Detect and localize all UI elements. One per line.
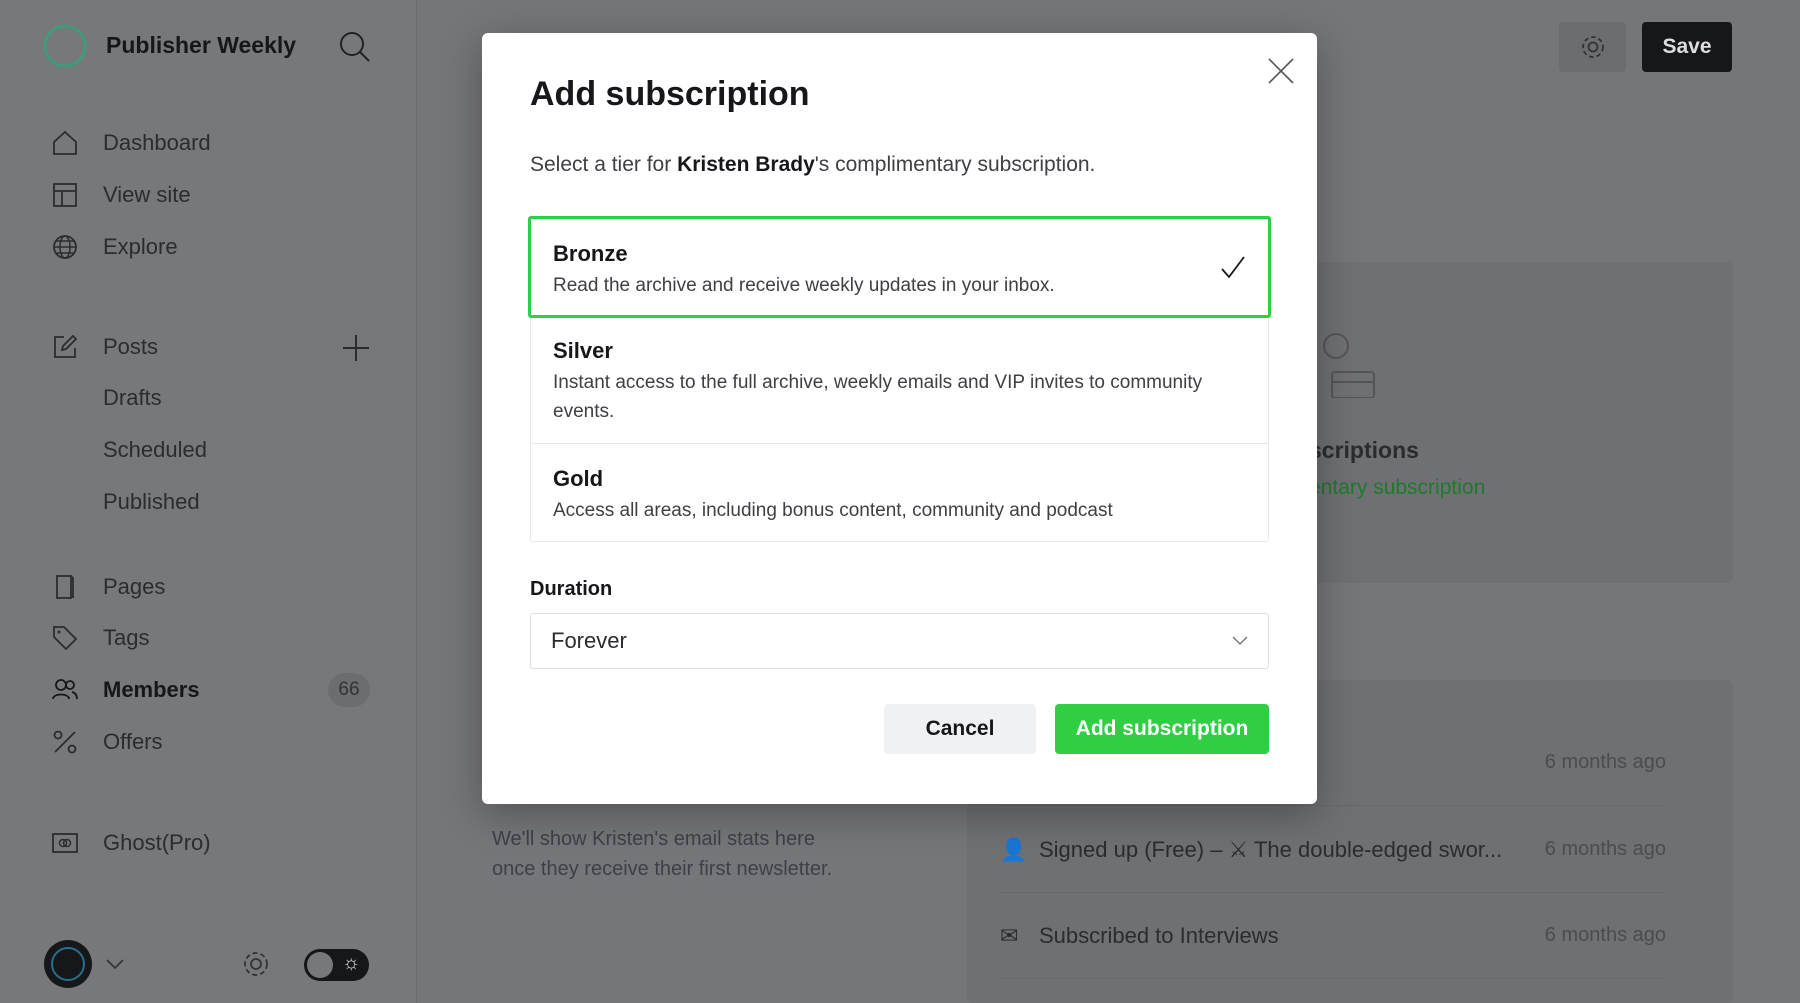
sidebar-item-ghost-pro[interactable]: Ghost(Pro) [50, 826, 211, 860]
sidebar-item-label: Drafts [103, 385, 162, 410]
sidebar-item-published[interactable]: Published [103, 485, 200, 519]
user-plus-icon: 👤 [1000, 836, 1028, 862]
tier-name: Silver [553, 338, 613, 363]
add-complimentary-link[interactable]: entary subscription [1309, 476, 1485, 500]
tier-option-gold[interactable]: Gold Access all areas, including bonus c… [530, 444, 1269, 542]
sidebar-item-label: Dashboard [103, 130, 211, 155]
gear-icon [1581, 36, 1604, 58]
page-icon [50, 572, 80, 602]
sidebar-item-label: View site [103, 182, 191, 207]
save-button[interactable]: Save [1642, 22, 1732, 72]
members-icon [50, 675, 80, 705]
tier-description: Access all areas, including bonus conten… [553, 500, 1113, 521]
globe-icon [50, 232, 80, 262]
duration-label: Duration [530, 578, 613, 600]
sidebar-item-posts[interactable]: Posts [50, 330, 158, 364]
duration-value: Forever [551, 628, 627, 653]
sidebar-item-label: Scheduled [103, 437, 207, 462]
gear-icon[interactable] [240, 948, 272, 980]
sidebar-item-label: Explore [103, 234, 178, 259]
modal-subtitle: Select a tier for Kristen Brady's compli… [530, 153, 1095, 177]
chevron-down-icon[interactable] [105, 958, 125, 970]
cancel-button[interactable]: Cancel [884, 704, 1036, 754]
members-count-badge: 66 [328, 673, 370, 707]
sidebar: Publisher Weekly Dashboard View site Exp… [0, 0, 417, 1003]
sidebar-item-label: Published [103, 489, 200, 514]
activity-time: 6 months ago [1544, 838, 1666, 860]
tier-name: Gold [553, 466, 604, 491]
activity-time: 6 months ago [1544, 751, 1666, 773]
sidebar-item-label: Offers [103, 729, 163, 754]
modal-title: Add subscription [530, 75, 810, 113]
tier-name: Bronze [553, 241, 628, 266]
search-icon[interactable] [338, 30, 372, 64]
sun-icon: ☼ [342, 952, 361, 974]
sidebar-item-tags[interactable]: Tags [50, 621, 149, 655]
subtitle-text: 's complimentary subscription. [814, 153, 1096, 176]
sidebar-item-dashboard[interactable]: Dashboard [50, 126, 211, 160]
sidebar-item-label: Pages [103, 574, 166, 599]
home-icon [50, 128, 80, 158]
activity-time: 6 months ago [1544, 924, 1666, 946]
activity-text: Signed up (Free) – ⚔ The double-edged sw… [1039, 836, 1503, 862]
add-subscription-modal: Add subscription Select a tier for Krist… [482, 33, 1317, 804]
sidebar-item-label: Members [103, 677, 200, 702]
member-name: Kristen Brady [677, 153, 815, 176]
sidebar-item-offers[interactable]: Offers [50, 725, 163, 759]
edit-icon [50, 332, 80, 362]
sidebar-item-label: Posts [103, 334, 159, 359]
activity-row[interactable]: ✉ Subscribed to Interviews 6 months ago [1000, 893, 1666, 979]
theme-toggle[interactable]: ☼ [304, 949, 369, 981]
add-post-icon[interactable] [342, 334, 370, 362]
subtitle-text: Select a tier for [530, 153, 678, 176]
subscriptions-card: scriptions entary subscription [1270, 262, 1733, 583]
activity-text: Subscribed to Interviews [1039, 922, 1279, 948]
subscription-illustration-icon [1323, 333, 1375, 398]
layout-icon [50, 180, 80, 210]
add-subscription-button[interactable]: Add subscription [1055, 704, 1269, 754]
check-icon [1221, 256, 1245, 279]
sidebar-item-scheduled[interactable]: Scheduled [103, 433, 207, 467]
sidebar-item-view-site[interactable]: View site [50, 178, 191, 212]
sidebar-item-label: Tags [103, 625, 150, 650]
tier-option-bronze[interactable]: Bronze Read the archive and receive week… [528, 216, 1271, 318]
sidebar-item-pages[interactable]: Pages [50, 570, 165, 604]
settings-button[interactable] [1559, 22, 1626, 72]
tier-description: Instant access to the full archive, week… [553, 372, 1203, 422]
sidebar-item-explore[interactable]: Explore [50, 230, 178, 264]
site-logo [43, 24, 87, 68]
tag-icon [50, 623, 80, 653]
activity-row[interactable]: 👤 Signed up (Free) – ⚔ The double-edged s… [1000, 807, 1666, 893]
subscriptions-title: scriptions [1309, 437, 1419, 463]
tier-option-silver[interactable]: Silver Instant access to the full archiv… [530, 318, 1269, 444]
avatar[interactable] [43, 939, 93, 989]
chevron-down-icon [1232, 636, 1248, 646]
sidebar-item-drafts[interactable]: Drafts [103, 381, 162, 415]
site-title: Publisher Weekly [106, 32, 297, 58]
ghost-pro-icon [50, 828, 80, 858]
sidebar-item-members[interactable]: Members [50, 673, 200, 707]
mail-plus-icon: ✉ [1000, 922, 1019, 948]
duration-select[interactable]: Forever [530, 613, 1269, 669]
close-icon[interactable] [1267, 57, 1295, 85]
percent-icon [50, 727, 80, 757]
tier-description: Read the archive and receive weekly upda… [553, 275, 1055, 296]
sidebar-item-label: Ghost(Pro) [103, 830, 211, 855]
toggle-knob [307, 952, 333, 978]
email-stats-empty: We'll show Kristen's email stats here on… [492, 828, 833, 880]
